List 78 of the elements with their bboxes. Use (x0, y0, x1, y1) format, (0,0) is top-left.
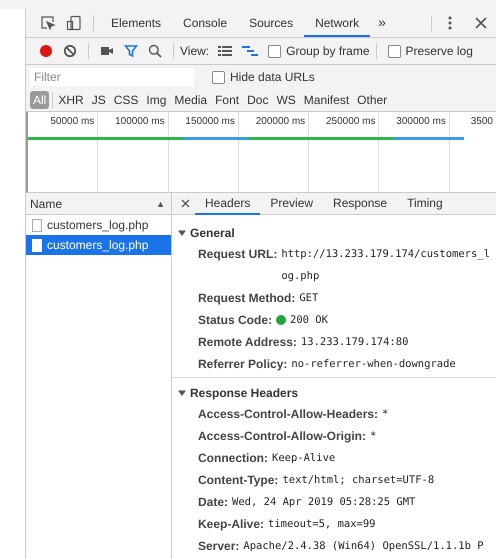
inspect-icon[interactable] (40, 15, 56, 31)
header-name: Server: (198, 538, 240, 555)
filter-field[interactable]: Filter (30, 68, 194, 86)
waterfall-view-icon[interactable] (242, 45, 258, 57)
type-filter-button[interactable]: Media (171, 91, 210, 109)
file-icon (32, 238, 42, 252)
sort-indicator[interactable]: ▲ (156, 198, 165, 208)
checkbox-label: Group by frame (286, 44, 370, 58)
header-value: timeout=5, max=99 (268, 517, 376, 532)
close-icon[interactable] (181, 199, 190, 208)
header-value: Apache/2.4.38 (Win64) OpenSSL/1.1.1b P (243, 539, 484, 554)
panel-tab[interactable]: Elements (100, 9, 172, 37)
time-tick-label: 300000 ms (396, 116, 446, 127)
detail-tab[interactable]: Response (323, 192, 398, 214)
checkbox[interactable] (212, 70, 225, 84)
file-icon (32, 218, 42, 232)
type-filter-button[interactable]: Img (143, 91, 170, 109)
header-name: Request Method: (198, 290, 296, 307)
checkbox-label: Hide data URLs (230, 70, 315, 84)
panel-tab[interactable]: Sources (238, 9, 304, 37)
checkbox[interactable] (268, 44, 282, 58)
type-filter-button[interactable]: Font (212, 91, 242, 109)
header-name: Connection: (198, 450, 268, 467)
type-filter-button[interactable]: Other (354, 91, 390, 109)
section-title[interactable]: Response Headers (190, 386, 298, 400)
filter-icon[interactable] (124, 44, 138, 58)
header-value: * (370, 429, 376, 444)
camera-icon[interactable] (100, 44, 114, 58)
expanded-triangle-icon[interactable] (178, 389, 186, 397)
search-icon[interactable] (148, 44, 162, 58)
header-name: Status Code: (198, 312, 272, 329)
close-icon[interactable] (474, 16, 488, 30)
checkbox-label: Preserve log (406, 44, 473, 58)
record-icon[interactable] (39, 44, 53, 58)
type-filter-button[interactable]: XHR (55, 91, 87, 109)
type-filter-button[interactable]: WS (273, 91, 299, 109)
header-name: Access-Control-Allow-Origin: (198, 428, 366, 445)
time-tick-label: 50000 ms (50, 116, 94, 127)
request-row[interactable]: customers_log.php (26, 215, 171, 235)
list-view-icon[interactable] (218, 45, 232, 57)
expanded-triangle-icon[interactable] (178, 229, 186, 237)
view-label: View: (180, 44, 210, 58)
request-row[interactable]: customers_log.php (26, 235, 171, 255)
section-title[interactable]: General (190, 226, 235, 240)
header-name: Content-Type: (198, 472, 278, 489)
time-tick-label: 250000 ms (326, 116, 376, 127)
header-name: Request URL: (198, 246, 278, 263)
header-name: Keep-Alive: (198, 516, 264, 533)
detail-tab[interactable]: Timing (397, 192, 453, 214)
header-name: Referrer Policy: (198, 356, 288, 373)
header-value: 13.233.179.174:80 (300, 335, 408, 350)
type-filter-button[interactable]: Doc (244, 91, 272, 109)
header-value: no-referrer-when-downgrade (291, 357, 456, 372)
header-value: * (382, 407, 388, 422)
type-filter-button[interactable]: JS (88, 91, 109, 109)
clear-icon[interactable] (63, 44, 77, 58)
time-tick-label: 150000 ms (185, 116, 235, 127)
device-icon[interactable] (66, 15, 82, 31)
header-name: Date: (198, 494, 228, 511)
checkbox[interactable] (388, 44, 401, 58)
header-value: http://13.233.179.174/customers_log.php (281, 247, 491, 284)
header-value: GET (299, 291, 318, 306)
detail-tab[interactable]: Headers (195, 192, 260, 214)
time-tick-label: 100000 ms (115, 116, 165, 127)
header-value: Keep-Alive (272, 451, 336, 466)
time-tick-label: 200000 ms (256, 116, 306, 127)
type-filter-button[interactable]: CSS (110, 91, 142, 109)
more-tabs-button[interactable]: » (370, 9, 394, 37)
header-name: Access-Control-Allow-Headers: (198, 406, 378, 423)
header-name: Remote Address: (198, 334, 297, 351)
panel-tab[interactable]: Console (172, 9, 238, 37)
time-tick-label: 3500 (470, 116, 493, 127)
detail-tab[interactable]: Preview (260, 192, 324, 214)
header-value: Wed, 24 Apr 2019 05:28:25 GMT (232, 495, 416, 510)
header-value: text/html; charset=UTF-8 (282, 473, 434, 488)
column-header[interactable]: Name (30, 196, 62, 210)
type-filter-button[interactable]: Manifest (300, 91, 352, 109)
header-value: 200 OK (290, 313, 328, 328)
